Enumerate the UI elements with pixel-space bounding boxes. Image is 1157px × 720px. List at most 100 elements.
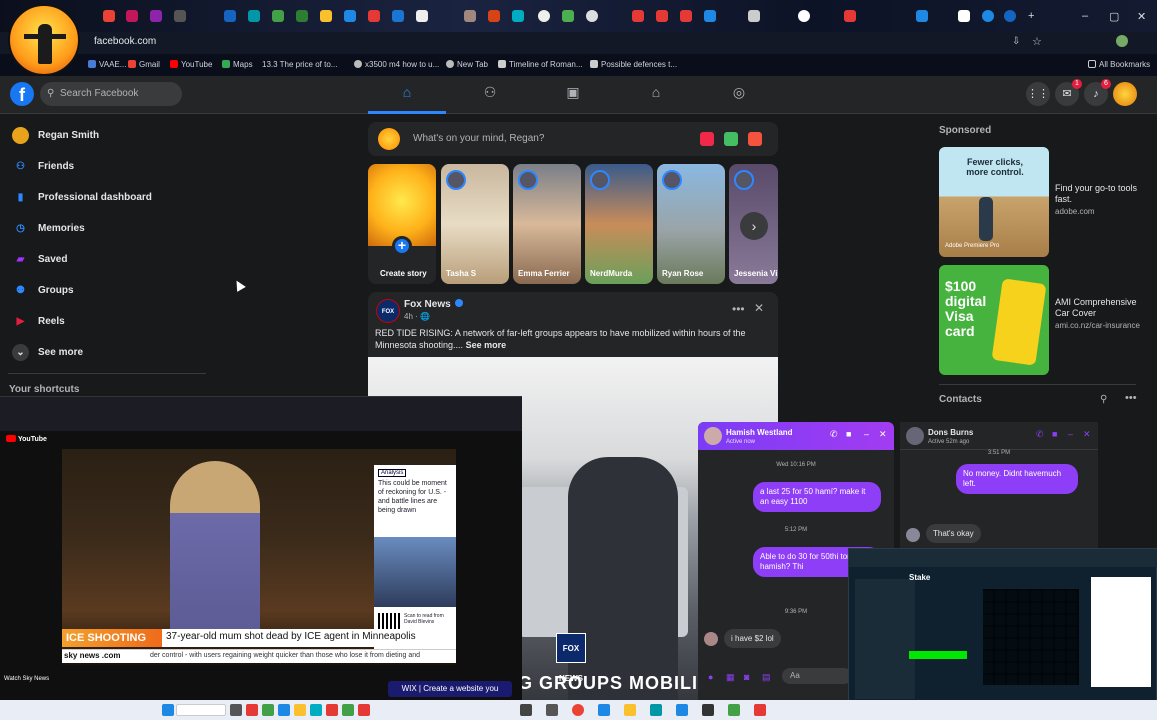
youtube-window[interactable]: YouTube Analysis This could be moment of… — [0, 396, 522, 720]
message-outgoing[interactable]: No money. Didnt havemuch left. — [956, 464, 1078, 494]
tab-icon[interactable] — [296, 10, 308, 22]
taskbar-search[interactable] — [176, 704, 226, 716]
menu-grid-icon[interactable]: ⋮⋮ — [1026, 82, 1050, 106]
tab-icon[interactable] — [844, 10, 856, 22]
live-video-icon[interactable] — [700, 132, 714, 146]
messenger-icon[interactable]: ✉ 1 — [1055, 79, 1082, 106]
taskbar-app-icon[interactable] — [358, 704, 370, 716]
tab-icon[interactable] — [1004, 10, 1016, 22]
taskbar-app-icon[interactable] — [294, 704, 306, 716]
close-icon[interactable]: ✕ — [879, 429, 887, 440]
address-bar[interactable]: facebook.com ⇩ ☆ — [0, 32, 1157, 54]
phone-icon[interactable]: ✆ — [1036, 429, 1044, 440]
story-card[interactable]: Emma Ferrier — [513, 164, 581, 284]
tab-icon[interactable] — [488, 10, 500, 22]
youtube-logo[interactable]: YouTube — [6, 435, 47, 443]
taskbar-app-icon[interactable] — [754, 704, 766, 716]
watch-icon[interactable]: ▣ — [561, 84, 585, 104]
all-bookmarks[interactable]: All Bookmarks — [1088, 60, 1150, 69]
maximize-icon[interactable]: ▢ — [1109, 10, 1119, 23]
friends-icon[interactable]: ⚇ — [478, 84, 502, 104]
bookmark-item[interactable]: x3500 m4 how to u... — [354, 60, 439, 69]
star-icon[interactable]: ☆ — [1032, 35, 1042, 48]
tab-icon[interactable] — [320, 10, 332, 22]
bookmark-item[interactable]: YouTube — [170, 60, 212, 69]
bookmark-item[interactable]: 13.3 The price of to... — [262, 60, 337, 69]
bookmark-item[interactable]: Maps — [222, 60, 253, 69]
tab-icon[interactable] — [656, 10, 668, 22]
profile-icon[interactable] — [1116, 35, 1128, 47]
notifications-icon[interactable]: ♪ 6 — [1084, 79, 1111, 106]
more-options-icon[interactable]: ••• — [732, 302, 745, 316]
chrome-icon[interactable] — [572, 704, 584, 716]
account-avatar[interactable] — [1113, 82, 1137, 106]
game-grid[interactable] — [983, 589, 1079, 685]
minimize-icon[interactable]: – — [1082, 10, 1088, 22]
chevron-right-icon[interactable]: › — [740, 212, 768, 240]
phone-icon[interactable]: ✆ — [830, 429, 838, 440]
close-icon[interactable]: ✕ — [754, 301, 764, 315]
close-icon[interactable]: ✕ — [1083, 429, 1091, 440]
minimize-icon[interactable]: – — [864, 429, 869, 439]
sticker-icon[interactable]: ◙ — [744, 672, 749, 682]
message-incoming[interactable]: i have $2 lol — [724, 629, 781, 648]
tab-icon[interactable] — [126, 10, 138, 22]
chat-header[interactable]: Hamish Westland Active now ✆ ■ – ✕ — [698, 422, 894, 450]
bookmark-item[interactable]: Timeline of Roman... — [498, 60, 583, 69]
tab-icon[interactable] — [916, 10, 928, 22]
install-icon[interactable]: ⇩ — [1012, 36, 1020, 47]
windows-start-icon[interactable] — [162, 704, 174, 716]
casino-window[interactable]: Stake — [848, 548, 1157, 710]
tab-icon[interactable] — [272, 10, 284, 22]
story-create[interactable]: + Create story — [368, 164, 436, 284]
tab-icon[interactable] — [392, 10, 404, 22]
tab-icon[interactable] — [368, 10, 380, 22]
post-composer[interactable]: What's on your mind, Regan? — [368, 122, 778, 156]
post-time[interactable]: 4h · 🌐 — [404, 312, 430, 321]
tab-icon[interactable] — [982, 10, 994, 22]
search-input[interactable]: ⚲ Search Facebook — [40, 82, 182, 106]
taskbar-app-icon[interactable] — [676, 704, 688, 716]
contact-name[interactable]: Dons Burns — [928, 428, 973, 437]
tab-icon[interactable] — [586, 10, 598, 22]
new-tab-icon[interactable]: + — [1028, 10, 1034, 22]
tab-icon[interactable] — [344, 10, 356, 22]
sponsored-ad[interactable]: $100 digital Visa card AMI Comprehensive… — [939, 265, 1144, 375]
message-incoming[interactable]: That's okay — [926, 524, 981, 543]
tab-icon[interactable] — [704, 10, 716, 22]
taskbar-app-icon[interactable] — [278, 704, 290, 716]
taskbar-app-icon[interactable] — [520, 704, 532, 716]
message-input[interactable]: Aa — [782, 668, 852, 684]
tab-icon[interactable] — [174, 10, 186, 22]
tab-icon[interactable] — [748, 10, 760, 22]
taskbar-app-icon[interactable] — [310, 704, 322, 716]
folder-icon[interactable] — [624, 704, 636, 716]
bookmark-item[interactable]: New Tab — [446, 60, 488, 69]
bookmark-item[interactable]: VAAE... — [88, 60, 126, 69]
bookmark-item[interactable]: Gmail — [128, 60, 160, 69]
post-author[interactable]: Fox News — [404, 299, 463, 310]
taskbar-app-icon[interactable] — [342, 704, 354, 716]
message-outgoing[interactable]: a last 25 for 50 hamí? make it an easy 1… — [753, 482, 881, 512]
search-icon[interactable]: ⚲ — [1100, 394, 1107, 405]
photo-icon[interactable] — [724, 132, 738, 146]
bet-button[interactable] — [909, 651, 967, 659]
see-more-link[interactable]: See more — [466, 340, 507, 350]
taskbar-app-icon[interactable] — [246, 704, 258, 716]
plus-icon[interactable]: + — [392, 236, 412, 256]
taskbar-app-icon[interactable] — [702, 704, 714, 716]
minimize-icon[interactable]: – — [1068, 429, 1073, 439]
tab-icon[interactable] — [150, 10, 162, 22]
tab-icon[interactable] — [632, 10, 644, 22]
tab-icon[interactable] — [224, 10, 236, 22]
tab-icon[interactable] — [512, 10, 524, 22]
story-card[interactable]: Ryan Rose — [657, 164, 725, 284]
taskbar-app-icon[interactable] — [546, 704, 558, 716]
gif-icon[interactable]: ▤ — [762, 672, 771, 683]
story-card[interactable]: Tasha S — [441, 164, 509, 284]
channel-name[interactable]: Watch Sky News — [4, 676, 49, 682]
composer-placeholder[interactable]: What's on your mind, Regan? — [413, 133, 544, 144]
tab-icon[interactable] — [538, 10, 550, 22]
marketplace-icon[interactable]: ⌂ — [644, 84, 668, 104]
taskbar-app-icon[interactable] — [728, 704, 740, 716]
